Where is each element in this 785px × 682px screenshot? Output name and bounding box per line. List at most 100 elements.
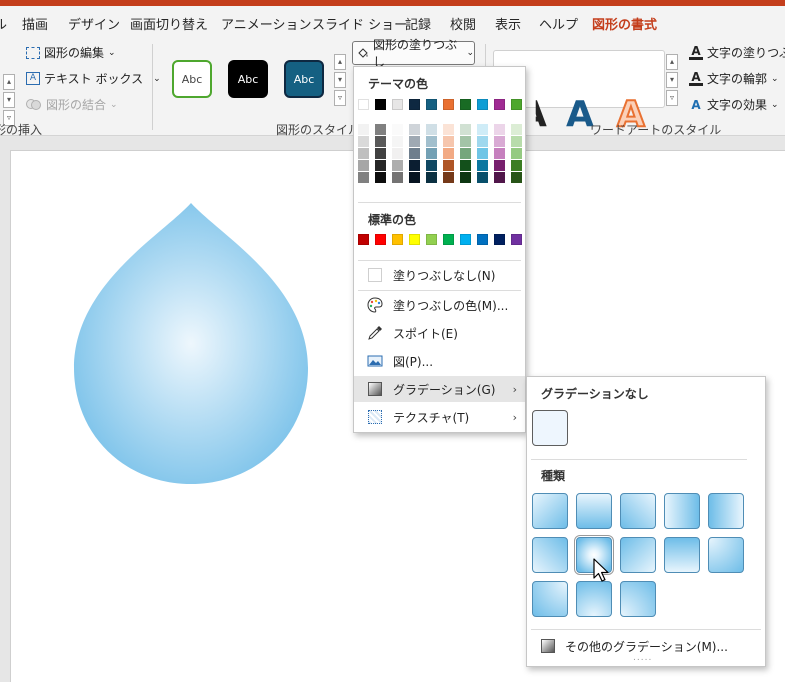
standard-color-swatch[interactable] — [426, 234, 437, 245]
theme-color-shade-swatch[interactable] — [358, 160, 369, 171]
gradient-type-option[interactable] — [664, 537, 700, 573]
theme-color-shade-swatch[interactable] — [358, 172, 369, 183]
gradient-type-option[interactable] — [620, 537, 656, 573]
standard-color-swatch[interactable] — [511, 234, 522, 245]
texture-item[interactable]: テクスチャ(T) › — [354, 404, 525, 430]
theme-color-shade-swatch[interactable] — [392, 136, 403, 147]
standard-color-swatch[interactable] — [409, 234, 420, 245]
gradient-type-option[interactable] — [620, 493, 656, 529]
theme-color-shade-swatch[interactable] — [443, 124, 454, 135]
gradient-type-option[interactable] — [532, 493, 568, 529]
theme-color-shade-swatch[interactable] — [494, 160, 505, 171]
gradient-type-option[interactable] — [708, 537, 744, 573]
text-outline-button[interactable]: A 文字の輪郭 ⌄ — [689, 70, 779, 87]
theme-color-shade-swatch[interactable] — [358, 136, 369, 147]
theme-color-swatch[interactable] — [409, 99, 420, 110]
theme-color-shade-swatch[interactable] — [409, 160, 420, 171]
standard-color-swatch[interactable] — [375, 234, 386, 245]
theme-color-shade-swatch[interactable] — [494, 136, 505, 147]
theme-color-shade-swatch[interactable] — [426, 136, 437, 147]
gradient-type-option[interactable] — [576, 581, 612, 617]
gradient-type-option[interactable] — [532, 537, 568, 573]
shape-style-outline-green[interactable]: Abc — [172, 60, 212, 98]
tab-slideshow[interactable]: スライド ショー — [312, 14, 407, 33]
theme-color-shade-swatch[interactable] — [392, 124, 403, 135]
theme-color-swatch[interactable] — [375, 99, 386, 110]
theme-color-shade-swatch[interactable] — [477, 172, 488, 183]
tab-review[interactable]: 校閲 — [450, 14, 476, 33]
no-gradient-option[interactable] — [532, 410, 568, 446]
theme-color-shade-swatch[interactable] — [358, 148, 369, 159]
theme-color-shade-swatch[interactable] — [477, 136, 488, 147]
theme-color-shade-swatch[interactable] — [375, 124, 386, 135]
theme-color-shade-swatch[interactable] — [460, 136, 471, 147]
tab-design[interactable]: デザイン — [68, 14, 120, 33]
theme-color-swatch[interactable] — [460, 99, 471, 110]
theme-color-shade-swatch[interactable] — [392, 172, 403, 183]
theme-color-shade-swatch[interactable] — [358, 124, 369, 135]
water-drop-shape[interactable] — [70, 200, 315, 490]
theme-color-shade-swatch[interactable] — [375, 160, 386, 171]
wordart-scroll-up[interactable]: ▴ — [666, 54, 678, 70]
eyedropper-item[interactable]: スポイト(E) — [354, 320, 525, 346]
theme-color-shade-swatch[interactable] — [426, 124, 437, 135]
gradient-item[interactable]: グラデーション(G) › — [354, 376, 525, 402]
tab-draw[interactable]: 描画 — [22, 14, 48, 33]
standard-color-swatch[interactable] — [358, 234, 369, 245]
theme-color-shade-swatch[interactable] — [409, 124, 420, 135]
styles-scroll-up[interactable]: ▴ — [334, 54, 346, 70]
theme-color-shade-swatch[interactable] — [460, 160, 471, 171]
tab-insert[interactable]: ル — [0, 14, 7, 33]
theme-color-shade-swatch[interactable] — [477, 124, 488, 135]
theme-color-shade-swatch[interactable] — [426, 172, 437, 183]
theme-color-swatch[interactable] — [477, 99, 488, 110]
shape-fill-button[interactable]: 図形の塗りつぶし ⌄ — [352, 38, 475, 69]
gradient-type-option[interactable] — [620, 581, 656, 617]
theme-color-shade-swatch[interactable] — [375, 136, 386, 147]
theme-color-swatch[interactable] — [392, 99, 403, 110]
theme-color-shade-swatch[interactable] — [511, 172, 522, 183]
styles-more[interactable]: ▿ — [334, 90, 346, 106]
edit-shape-button[interactable]: 図形の編集 ⌄ — [26, 44, 116, 61]
theme-color-shade-swatch[interactable] — [409, 136, 420, 147]
tab-shape-format[interactable]: 図形の書式 — [592, 14, 658, 39]
theme-color-shade-swatch[interactable] — [494, 172, 505, 183]
theme-color-shade-swatch[interactable] — [494, 148, 505, 159]
shape-style-black[interactable]: Abc — [228, 60, 268, 98]
theme-color-shade-swatch[interactable] — [426, 160, 437, 171]
theme-color-shade-swatch[interactable] — [477, 148, 488, 159]
standard-color-swatch[interactable] — [494, 234, 505, 245]
tab-animations[interactable]: アニメーション — [221, 14, 311, 33]
merge-shapes-button[interactable]: 図形の結合 ⌄ — [26, 96, 118, 113]
gradient-type-option[interactable] — [664, 493, 700, 529]
tab-transitions[interactable]: 画面切り替え — [130, 14, 208, 33]
theme-color-swatch[interactable] — [358, 99, 369, 110]
theme-color-shade-swatch[interactable] — [511, 136, 522, 147]
theme-color-swatch[interactable] — [511, 99, 522, 110]
theme-color-shade-swatch[interactable] — [494, 124, 505, 135]
theme-color-shade-swatch[interactable] — [511, 148, 522, 159]
gradient-type-option[interactable] — [576, 493, 612, 529]
standard-color-swatch[interactable] — [460, 234, 471, 245]
tab-view[interactable]: 表示 — [495, 14, 521, 33]
shapes-scroll-down[interactable]: ▾ — [3, 92, 15, 108]
theme-color-shade-swatch[interactable] — [460, 172, 471, 183]
theme-color-shade-swatch[interactable] — [443, 160, 454, 171]
text-fill-button[interactable]: A 文字の塗りつぶし — [689, 44, 785, 61]
wordart-more[interactable]: ▿ — [666, 90, 678, 106]
wordart-scroll-down[interactable]: ▾ — [666, 72, 678, 88]
theme-color-swatch[interactable] — [443, 99, 454, 110]
theme-color-shade-swatch[interactable] — [477, 160, 488, 171]
theme-color-shade-swatch[interactable] — [409, 172, 420, 183]
theme-color-shade-swatch[interactable] — [460, 124, 471, 135]
picture-fill-item[interactable]: 図(P)... — [354, 348, 525, 374]
gradient-type-option[interactable] — [532, 581, 568, 617]
theme-color-shade-swatch[interactable] — [443, 148, 454, 159]
styles-scroll-down[interactable]: ▾ — [334, 72, 346, 88]
more-fill-colors-item[interactable]: 塗りつぶしの色(M)... — [354, 292, 525, 318]
text-box-button[interactable]: A テキスト ボックス ⌄ — [26, 70, 161, 87]
theme-color-shade-swatch[interactable] — [375, 172, 386, 183]
resize-grip-dots[interactable]: ..... — [633, 653, 652, 663]
theme-color-shade-swatch[interactable] — [443, 172, 454, 183]
standard-color-swatch[interactable] — [477, 234, 488, 245]
